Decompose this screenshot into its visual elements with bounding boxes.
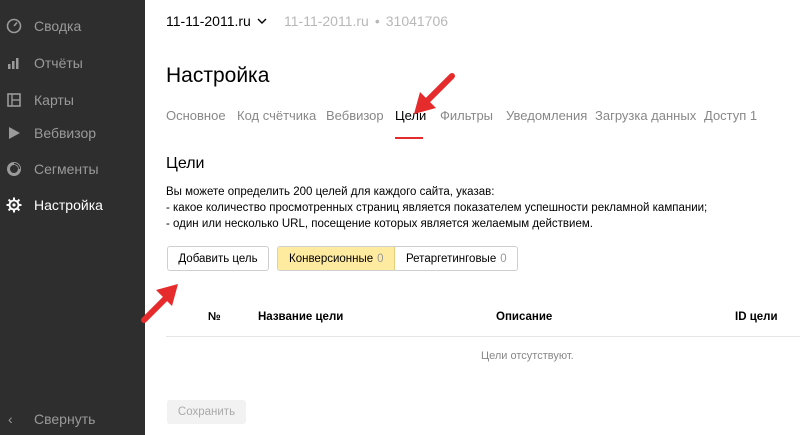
annotation-arrow-icon xyxy=(414,73,455,114)
counter-selector[interactable]: 11-11-2011.ru xyxy=(166,12,267,30)
sidebar-item-label: Сегменты xyxy=(34,161,99,177)
tab-access[interactable]: Доступ 1 xyxy=(704,108,757,123)
sidebar-item-reports[interactable]: Отчёты xyxy=(0,45,145,81)
sidebar-item-label: Настройка xyxy=(34,197,103,213)
sidebar-item-webvisor[interactable]: Вебвизор xyxy=(0,115,145,151)
segments-icon xyxy=(7,162,21,176)
collapse-label: Свернуть xyxy=(34,411,96,427)
description-line: - один или несколько URL, посещение кото… xyxy=(166,218,593,230)
collapse-sidebar-button[interactable]: ‹ Свернуть xyxy=(0,401,145,435)
tab-notifications[interactable]: Уведомления xyxy=(506,108,587,123)
goals-title: Цели xyxy=(166,155,205,172)
dashboard-icon xyxy=(6,18,22,34)
sidebar-item-maps[interactable]: Карты xyxy=(0,82,145,118)
sidebar: Сводка Отчёты Карты Вебвизор Сегменты На… xyxy=(0,0,145,435)
save-button: Сохранить xyxy=(167,400,246,424)
chevron-left-icon: ‹ xyxy=(8,411,13,427)
column-header-number: № xyxy=(208,311,221,323)
bar-chart-icon xyxy=(8,58,19,69)
filter-retargeting[interactable]: Ретаргетинговые 0 xyxy=(395,247,517,270)
goals-description: Вы можете определить 200 целей для каждо… xyxy=(166,184,707,232)
play-icon xyxy=(9,127,20,139)
filter-label: Конверсионные xyxy=(289,252,374,265)
goal-type-filter: Конверсионные 0 Ретаргетинговые 0 xyxy=(277,246,518,271)
tab-webvisor[interactable]: Вебвизор xyxy=(326,108,384,123)
column-header-description: Описание xyxy=(496,311,553,323)
column-header-goal-id: ID цели xyxy=(735,311,778,323)
description-line: - какое количество просмотренных страниц… xyxy=(166,202,708,214)
sidebar-item-settings[interactable]: Настройка xyxy=(0,187,145,223)
gear-icon xyxy=(6,197,22,213)
filter-count: 0 xyxy=(500,252,507,265)
sidebar-item-label: Вебвизор xyxy=(34,125,97,141)
map-icon xyxy=(7,93,21,107)
active-tab-indicator xyxy=(395,137,423,139)
column-header-goal-name: Название цели xyxy=(258,311,344,323)
sidebar-item-segments[interactable]: Сегменты xyxy=(0,151,145,187)
tab-main[interactable]: Основное xyxy=(166,108,226,123)
annotation-arrow-icon xyxy=(141,284,178,323)
description-line: Вы можете определить 200 целей для каждо… xyxy=(166,186,495,198)
sidebar-item-summary[interactable]: Сводка xyxy=(0,8,145,44)
sidebar-item-label: Карты xyxy=(34,92,74,108)
sidebar-item-label: Сводка xyxy=(34,18,82,34)
page-title: Настройка xyxy=(166,64,270,87)
separator-dot: • xyxy=(374,13,380,29)
counter-id: 31041706 xyxy=(385,13,449,29)
sidebar-item-label: Отчёты xyxy=(34,55,83,71)
filter-count: 0 xyxy=(377,252,384,265)
counter-name: 11-11-2011.ru xyxy=(166,13,251,29)
tab-counter-code[interactable]: Код счётчика xyxy=(237,108,316,123)
add-goal-button[interactable]: Добавить цель xyxy=(167,246,269,271)
table-divider xyxy=(166,336,800,337)
counter-meta: 11-11-2011.ru • 31041706 xyxy=(284,13,448,29)
filter-label: Ретаргетинговые xyxy=(406,252,497,265)
empty-state-text: Цели отсутствуют. xyxy=(481,350,574,362)
filter-conversion[interactable]: Конверсионные 0 xyxy=(278,247,395,270)
counter-site: 11-11-2011.ru xyxy=(284,13,369,29)
chevron-down-icon xyxy=(257,18,267,24)
tab-data-upload[interactable]: Загрузка данных xyxy=(595,108,696,123)
